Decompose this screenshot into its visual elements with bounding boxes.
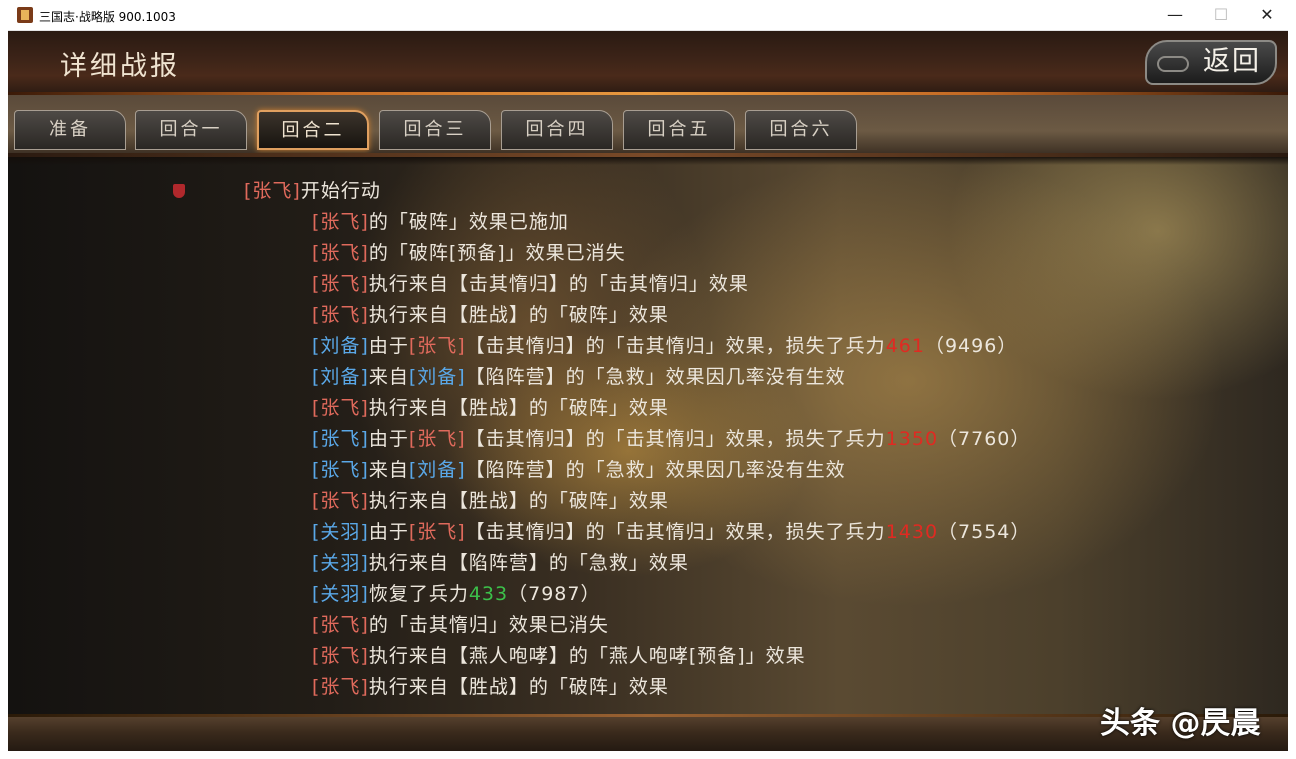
actor-line: [张飞]开始行动 (244, 176, 381, 203)
battle-log[interactable]: [张飞]开始行动 [张飞]的「破阵」效果已施加 [张飞]的「破阵[预备]」效果已消… (8, 157, 1288, 714)
source-name: [张飞] (408, 335, 466, 357)
entry-text: 执行来自【燕人咆哮】的「燕人咆哮[预备]」效果 (368, 645, 806, 667)
log-entry: [张飞]执行来自【击其惰归】的「击其惰归」效果 (312, 269, 749, 296)
subject-name: [张飞] (312, 397, 369, 419)
actor-name: [张飞] (244, 180, 301, 202)
footer-bar (8, 714, 1288, 751)
subject-name: [张飞] (312, 645, 369, 667)
troop-change: 433 (468, 583, 509, 605)
subject-name: [张飞] (312, 490, 369, 512)
tab-round-1[interactable]: 回合一 (135, 110, 247, 150)
entry-text: 执行来自【击其惰归】的「击其惰归」效果 (368, 273, 749, 295)
entry-text: 执行来自【胜战】的「破阵」效果 (368, 397, 669, 419)
back-button-label: 返回 (1203, 46, 1261, 77)
entry-text: 来自 (368, 459, 409, 481)
log-entry: [张飞]的「破阵」效果已施加 (312, 207, 569, 234)
tab-round-6[interactable]: 回合六 (745, 110, 857, 150)
log-entry: [关羽]恢复了兵力433（7987） (312, 579, 600, 606)
tab-round-3[interactable]: 回合三 (379, 110, 491, 150)
unit-marker-icon (173, 184, 185, 198)
entry-text: 执行来自【胜战】的「破阵」效果 (368, 676, 669, 698)
entry-text: 由于 (368, 521, 409, 543)
log-entry: [张飞]执行来自【胜战】的「破阵」效果 (312, 486, 669, 513)
subject-name: [张飞] (312, 428, 369, 450)
subject-name: [张飞] (312, 614, 369, 636)
entry-text: 的「破阵」效果已施加 (368, 211, 569, 233)
actor-text: 开始行动 (300, 180, 381, 202)
entry-text: 的「破阵[预备]」效果已消失 (368, 242, 626, 264)
entry-detail: 【击其惰归】的「击其惰归」效果，损失了兵力 (465, 335, 886, 357)
subject-name: [刘备] (312, 366, 369, 388)
log-entry: [张飞]执行来自【胜战】的「破阵」效果 (312, 393, 669, 420)
entry-text: 执行来自【陷阵营】的「急救」效果 (368, 552, 689, 574)
maximize-button[interactable]: ☐ (1198, 0, 1244, 30)
window-titlebar: 三国志·战略版 900.1003 — ☐ ✕ (8, 0, 1288, 31)
troop-change: 461 (885, 335, 925, 357)
round-tabs: 准备 回合一 回合二 回合三 回合四 回合五 回合六 (8, 95, 1288, 155)
source-name: [张飞] (408, 428, 466, 450)
subject-name: [关羽] (312, 552, 369, 574)
subject-name: [张飞] (312, 676, 369, 698)
entry-text: 由于 (368, 428, 409, 450)
entry-detail: 【击其惰归】的「击其惰归」效果，损失了兵力 (465, 521, 886, 543)
tab-round-4[interactable]: 回合四 (501, 110, 613, 150)
entry-detail: 【陷阵营】的「急救」效果因几率没有生效 (465, 366, 846, 388)
log-entry: [张飞]由于[张飞]【击其惰归】的「击其惰归」效果，损失了兵力1350（7760… (312, 424, 1030, 451)
log-entry: [张飞]来自[刘备]【陷阵营】的「急救」效果因几率没有生效 (312, 455, 846, 482)
subject-name: [张飞] (312, 273, 369, 295)
log-entry: [张飞]执行来自【胜战】的「破阵」效果 (312, 300, 669, 327)
log-entry: [张飞]执行来自【燕人咆哮】的「燕人咆哮[预备]」效果 (312, 641, 806, 668)
tab-round-2[interactable]: 回合二 (257, 110, 369, 150)
subject-name: [张飞] (312, 304, 369, 326)
entry-text: 由于 (368, 335, 409, 357)
troop-remaining: （7554） (938, 521, 1031, 543)
entry-text: 的「击其惰归」效果已消失 (368, 614, 609, 636)
log-entry: [刘备]由于[张飞]【击其惰归】的「击其惰归」效果，损失了兵力461（9496） (312, 331, 1017, 358)
entry-text: 来自 (368, 366, 409, 388)
page-title: 详细战报 (60, 51, 180, 82)
window-title: 三国志·战略版 900.1003 (39, 10, 176, 24)
source-name: [刘备] (408, 366, 466, 388)
tab-round-5[interactable]: 回合五 (623, 110, 735, 150)
watermark: 头条 @昃晨 (1100, 706, 1261, 741)
back-button[interactable]: 返回 (1145, 40, 1277, 85)
game-viewport: 详细战报 返回 准备 回合一 回合二 回合三 回合四 回合五 回合六 [张飞]开… (8, 31, 1288, 751)
log-entry: [关羽]执行来自【陷阵营】的「急救」效果 (312, 548, 689, 575)
subject-name: [关羽] (312, 521, 369, 543)
entry-detail: 【击其惰归】的「击其惰归」效果，损失了兵力 (465, 428, 886, 450)
entry-detail: 【陷阵营】的「急救」效果因几率没有生效 (465, 459, 846, 481)
entry-text: 执行来自【胜战】的「破阵」效果 (368, 304, 669, 326)
minimize-button[interactable]: — (1152, 0, 1198, 30)
troop-remaining: （7987） (508, 583, 601, 605)
subject-name: [张飞] (312, 242, 369, 264)
troop-change: 1350 (885, 428, 939, 450)
troop-remaining: （7760） (938, 428, 1031, 450)
log-entry: [张飞]的「击其惰归」效果已消失 (312, 610, 609, 637)
log-entry: [刘备]来自[刘备]【陷阵营】的「急救」效果因几率没有生效 (312, 362, 846, 389)
source-name: [张飞] (408, 521, 466, 543)
log-fade (8, 157, 1288, 165)
back-ornament-icon (1157, 56, 1189, 72)
source-name: [刘备] (408, 459, 466, 481)
entry-text: 执行来自【胜战】的「破阵」效果 (368, 490, 669, 512)
tab-prepare[interactable]: 准备 (14, 110, 126, 150)
troop-remaining: （9496） (924, 335, 1018, 357)
header-bar: 详细战报 返回 (8, 31, 1288, 95)
log-entry: [张飞]的「破阵[预备]」效果已消失 (312, 238, 626, 265)
subject-name: [刘备] (312, 335, 369, 357)
close-button[interactable]: ✕ (1244, 0, 1290, 30)
troop-change: 1430 (885, 521, 939, 543)
log-entry: [关羽]由于[张飞]【击其惰归】的「击其惰归」效果，损失了兵力1430（7554… (312, 517, 1030, 544)
subject-name: [张飞] (312, 211, 369, 233)
subject-name: [张飞] (312, 459, 369, 481)
subject-name: [关羽] (312, 583, 369, 605)
log-entry: [张飞]执行来自【胜战】的「破阵」效果 (312, 672, 669, 699)
entry-text: 恢复了兵力 (368, 583, 469, 605)
app-icon (17, 7, 33, 23)
